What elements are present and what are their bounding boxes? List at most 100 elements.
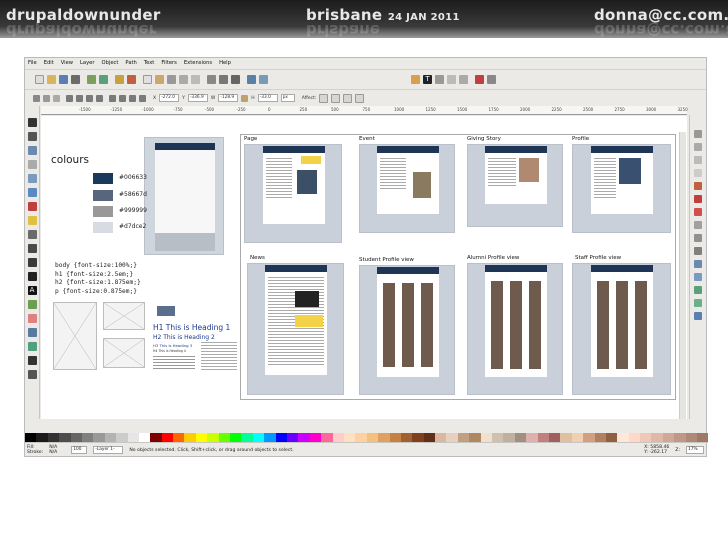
mockup-profile[interactable] [572, 144, 671, 233]
node-tool-icon[interactable] [27, 132, 37, 141]
menu-layer[interactable]: Layer [80, 58, 94, 69]
xml-editor-icon[interactable] [435, 75, 444, 84]
unlink-clone-icon[interactable] [231, 75, 240, 84]
palette-colour-swatch[interactable] [378, 433, 390, 442]
mockup-staff-profile[interactable] [572, 263, 671, 395]
text-tool-icon[interactable]: A [27, 286, 37, 295]
palette-colour-swatch[interactable] [571, 433, 584, 442]
palette-colour-swatch[interactable] [252, 433, 265, 442]
palette-colour-swatch[interactable] [298, 433, 310, 442]
palette-colour-swatch[interactable] [674, 433, 686, 442]
undo-icon[interactable] [115, 75, 124, 84]
move-patterns-icon[interactable] [355, 93, 365, 103]
rotate-cw-icon[interactable] [76, 94, 83, 102]
palette-colour-swatch[interactable] [264, 433, 276, 442]
palette-colour-swatch[interactable] [560, 433, 572, 442]
palette-colour-swatch[interactable] [81, 433, 94, 442]
palette-colour-swatch[interactable] [138, 433, 151, 442]
palette-colour-swatch[interactable] [594, 433, 606, 442]
swatch-2[interactable] [93, 190, 113, 201]
palette-colour-swatch[interactable] [492, 433, 504, 442]
palette-colour-swatch[interactable] [184, 433, 196, 442]
select-all-layers-icon[interactable] [43, 94, 50, 102]
page-template-mockup[interactable] [144, 137, 224, 255]
rectangle-tool-icon[interactable] [27, 174, 37, 183]
lower-bottom-icon[interactable] [139, 94, 146, 102]
connector-tool-icon[interactable] [27, 370, 37, 379]
menu-view[interactable]: View [61, 58, 73, 69]
palette-colour-swatch[interactable] [651, 433, 663, 442]
menu-text[interactable]: Text [144, 58, 155, 69]
spiral-tool-icon[interactable] [27, 230, 37, 239]
menu-filters[interactable]: Filters [161, 58, 177, 69]
y-field[interactable]: -336.9 [187, 94, 208, 102]
copy-icon[interactable] [143, 75, 152, 84]
pen-tool-icon[interactable] [27, 258, 37, 267]
palette-colour-swatch[interactable] [47, 433, 60, 442]
palette-colour-swatch[interactable] [343, 433, 356, 442]
lower-icon[interactable] [129, 94, 136, 102]
menu-object[interactable]: Object [102, 58, 119, 69]
redo-icon[interactable] [127, 75, 136, 84]
fill-stroke-icon[interactable] [411, 75, 420, 84]
ungroup-icon[interactable] [259, 75, 268, 84]
snap-paths-icon[interactable] [694, 195, 702, 203]
snap-bbox-icon[interactable] [694, 143, 702, 151]
snap-cusp-icon[interactable] [694, 221, 702, 229]
move-gradients-icon[interactable] [343, 93, 353, 103]
eraser-tool-icon[interactable] [27, 314, 37, 323]
palette-colour-swatch[interactable] [332, 433, 344, 442]
selector-tool-icon[interactable] [27, 118, 37, 127]
palette-colour-swatch[interactable] [150, 433, 162, 442]
palette-colour-swatch[interactable] [70, 433, 82, 442]
swatch-4[interactable] [93, 222, 113, 233]
vertical-scrollbar[interactable] [679, 132, 686, 419]
swatch-3[interactable] [93, 206, 113, 217]
scale-stroke-icon[interactable] [319, 93, 329, 103]
export-icon[interactable] [99, 75, 108, 84]
palette-colour-swatch[interactable] [25, 433, 37, 442]
palette-colour-swatch[interactable] [457, 433, 470, 442]
snap-grid-icon[interactable] [694, 299, 702, 307]
gradient-tool-icon[interactable] [27, 342, 37, 351]
palette-colour-swatch[interactable] [697, 433, 709, 442]
open-folder-icon[interactable] [47, 75, 56, 84]
palette-colour-swatch[interactable] [423, 433, 436, 442]
opacity-field[interactable]: 100 [71, 446, 88, 454]
calligraphy-tool-icon[interactable] [27, 272, 37, 281]
flip-horizontal-icon[interactable] [86, 94, 93, 102]
snap-guides-icon[interactable] [694, 312, 702, 320]
raise-top-icon[interactable] [109, 94, 116, 102]
palette-colour-swatch[interactable] [548, 433, 561, 442]
palette-colour-swatch[interactable] [207, 433, 219, 442]
palette-colour-swatch[interactable] [389, 433, 401, 442]
wireframe-placeholder-1[interactable] [53, 302, 97, 370]
new-document-icon[interactable] [35, 75, 44, 84]
palette-colour-swatch[interactable] [640, 433, 652, 442]
star-tool-icon[interactable] [27, 216, 37, 225]
snap-bbox-edges-icon[interactable] [694, 156, 702, 164]
deselect-icon[interactable] [53, 94, 60, 102]
palette-colour-swatch[interactable] [435, 433, 447, 442]
group-icon[interactable] [247, 75, 256, 84]
select-all-icon[interactable] [33, 94, 40, 102]
transform-icon[interactable] [459, 75, 468, 84]
wireframe-placeholder-2[interactable] [103, 302, 145, 330]
dropper-tool-icon[interactable] [27, 356, 37, 365]
palette-colour-swatch[interactable] [685, 433, 698, 442]
palette-colour-swatch[interactable] [526, 433, 538, 442]
zoom-tool-icon[interactable] [27, 160, 37, 169]
palette-colour-swatch[interactable] [446, 433, 458, 442]
duplicate-icon[interactable] [207, 75, 216, 84]
palette-colour-swatch[interactable] [628, 433, 641, 442]
palette-colour-swatch[interactable] [321, 433, 333, 442]
zoom-page-icon[interactable] [191, 75, 200, 84]
import-icon[interactable] [87, 75, 96, 84]
swatch-1[interactable] [93, 173, 113, 184]
lock-proportions-icon[interactable] [241, 94, 249, 102]
snap-bbox-corners-icon[interactable] [694, 169, 702, 177]
mockup-student-profile[interactable] [359, 265, 455, 395]
menu-extensions[interactable]: Extensions [184, 58, 212, 69]
print-icon[interactable] [71, 75, 80, 84]
clone-icon[interactable] [219, 75, 228, 84]
